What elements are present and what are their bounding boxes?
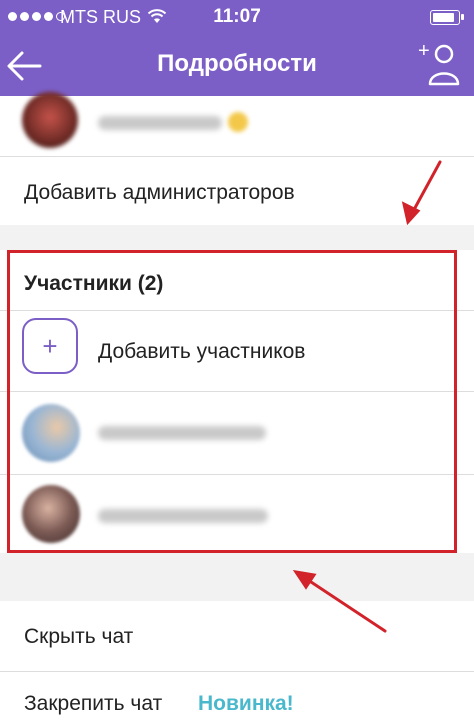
annotation-arrows [292,160,442,633]
arrow-icon [300,574,387,633]
arrow-head-icon [292,569,317,590]
